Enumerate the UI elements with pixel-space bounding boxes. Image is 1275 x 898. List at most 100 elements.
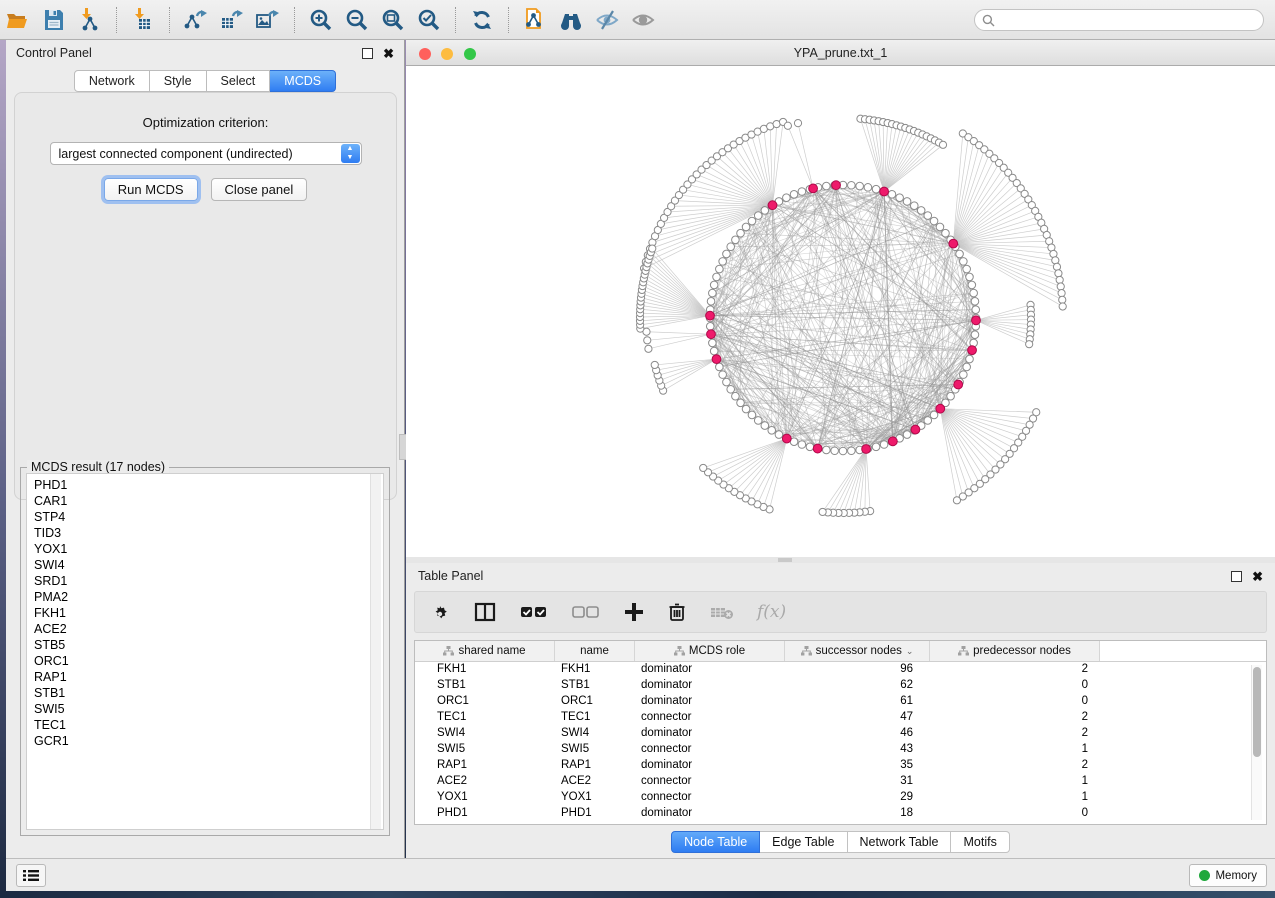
- network-node[interactable]: [823, 446, 831, 454]
- delete-column-icon[interactable]: [667, 601, 687, 623]
- table-row[interactable]: ORC1ORC1dominator610: [415, 694, 1266, 710]
- tab-network-table[interactable]: Network Table: [848, 831, 952, 853]
- network-node[interactable]: [831, 447, 839, 455]
- table-row[interactable]: YOX1YOX1connector291: [415, 790, 1266, 806]
- close-panel-button[interactable]: Close panel: [211, 178, 308, 201]
- network-node[interactable]: [848, 181, 856, 189]
- network-node[interactable]: [727, 243, 735, 251]
- network-node[interactable]: [761, 422, 769, 430]
- tab-edge-table[interactable]: Edge Table: [760, 831, 847, 853]
- mcds-hub-node[interactable]: [813, 444, 822, 453]
- gear-icon[interactable]: [429, 601, 451, 623]
- result-node[interactable]: SWI4: [27, 557, 383, 573]
- table-row[interactable]: SWI4SWI4dominator462: [415, 726, 1266, 742]
- mcds-hub-node[interactable]: [888, 437, 897, 446]
- network-node[interactable]: [737, 229, 745, 237]
- node-table[interactable]: shared namenameMCDS rolesuccessor nodes⌄…: [414, 640, 1267, 825]
- leaf-node[interactable]: [644, 337, 651, 344]
- import-network-icon[interactable]: [75, 6, 105, 34]
- network-node[interactable]: [768, 426, 776, 434]
- network-node[interactable]: [719, 258, 727, 266]
- network-node[interactable]: [783, 194, 791, 202]
- tab-style[interactable]: Style: [150, 70, 207, 92]
- leaf-node[interactable]: [1053, 263, 1060, 270]
- column-header-successor-nodes[interactable]: successor nodes⌄: [785, 641, 930, 661]
- network-node[interactable]: [971, 331, 979, 339]
- result-node[interactable]: TEC1: [27, 717, 383, 733]
- network-node[interactable]: [748, 411, 756, 419]
- result-node[interactable]: RAP1: [27, 669, 383, 685]
- table-row[interactable]: ACE2ACE2connector311: [415, 774, 1266, 790]
- deselect-all-columns-icon[interactable]: [571, 601, 601, 623]
- network-node[interactable]: [823, 182, 831, 190]
- export-table-icon[interactable]: [217, 6, 247, 34]
- mcds-hub-node[interactable]: [768, 201, 777, 210]
- split-columns-icon[interactable]: [473, 601, 497, 623]
- leaf-node[interactable]: [794, 120, 801, 127]
- network-node[interactable]: [806, 443, 814, 451]
- network-node[interactable]: [742, 405, 750, 413]
- table-row[interactable]: FKH1FKH1dominator962: [415, 662, 1266, 678]
- leaf-node[interactable]: [649, 245, 656, 252]
- import-table-icon[interactable]: [128, 6, 158, 34]
- add-column-icon[interactable]: [623, 601, 645, 623]
- save-icon[interactable]: [39, 6, 69, 34]
- tab-select[interactable]: Select: [207, 70, 271, 92]
- search-box[interactable]: [974, 9, 1264, 31]
- result-node[interactable]: STP4: [27, 509, 383, 525]
- maximize-window-icon[interactable]: [464, 48, 476, 60]
- network-node[interactable]: [737, 399, 745, 407]
- column-header-predecessor-nodes[interactable]: predecessor nodes: [930, 641, 1100, 661]
- leaf-node[interactable]: [1058, 290, 1065, 297]
- result-node[interactable]: SWI5: [27, 701, 383, 717]
- network-node[interactable]: [798, 188, 806, 196]
- document-share-icon[interactable]: [520, 6, 550, 34]
- mcds-hub-node[interactable]: [936, 404, 945, 413]
- network-node[interactable]: [732, 392, 740, 400]
- export-image-icon[interactable]: [253, 6, 283, 34]
- network-node[interactable]: [856, 182, 864, 190]
- network-node[interactable]: [798, 441, 806, 449]
- network-node[interactable]: [713, 273, 721, 281]
- network-node[interactable]: [707, 298, 715, 306]
- network-node[interactable]: [970, 289, 978, 297]
- mcds-hub-node[interactable]: [862, 445, 871, 454]
- table-close-panel-icon[interactable]: ✖: [1252, 571, 1263, 582]
- open-folder-icon[interactable]: [3, 6, 33, 34]
- leaf-node[interactable]: [645, 345, 652, 352]
- network-node[interactable]: [723, 378, 731, 386]
- tab-mcds[interactable]: MCDS: [270, 70, 336, 92]
- tab-network[interactable]: Network: [74, 70, 150, 92]
- result-node[interactable]: STB5: [27, 637, 383, 653]
- result-node[interactable]: CAR1: [27, 493, 383, 509]
- mcds-hub-node[interactable]: [809, 184, 818, 193]
- network-node[interactable]: [872, 185, 880, 193]
- table-row[interactable]: SWI5SWI5connector431: [415, 742, 1266, 758]
- network-node[interactable]: [942, 229, 950, 237]
- automation-menu-button[interactable]: [16, 864, 46, 887]
- network-node[interactable]: [742, 223, 750, 231]
- mcds-hub-node[interactable]: [832, 181, 841, 190]
- leaf-node[interactable]: [1055, 270, 1062, 277]
- table-row[interactable]: PHD1PHD1dominator180: [415, 806, 1266, 822]
- leaf-node[interactable]: [784, 122, 791, 129]
- float-panel-icon[interactable]: [362, 48, 373, 59]
- mcds-hub-node[interactable]: [911, 425, 920, 434]
- mcds-hub-node[interactable]: [706, 311, 715, 320]
- network-node[interactable]: [790, 191, 798, 199]
- network-node[interactable]: [710, 281, 718, 289]
- network-node[interactable]: [723, 250, 731, 258]
- result-node[interactable]: GCR1: [27, 733, 383, 749]
- network-node[interactable]: [930, 217, 938, 225]
- network-node[interactable]: [754, 212, 762, 220]
- result-node[interactable]: YOX1: [27, 541, 383, 557]
- network-node[interactable]: [716, 363, 724, 371]
- mcds-hub-node[interactable]: [880, 187, 889, 196]
- table-float-panel-icon[interactable]: [1231, 571, 1242, 582]
- mcds-hub-node[interactable]: [968, 346, 977, 355]
- network-node[interactable]: [719, 371, 727, 379]
- network-node[interactable]: [872, 443, 880, 451]
- network-node[interactable]: [924, 212, 932, 220]
- export-network-icon[interactable]: [181, 6, 211, 34]
- network-node[interactable]: [963, 363, 971, 371]
